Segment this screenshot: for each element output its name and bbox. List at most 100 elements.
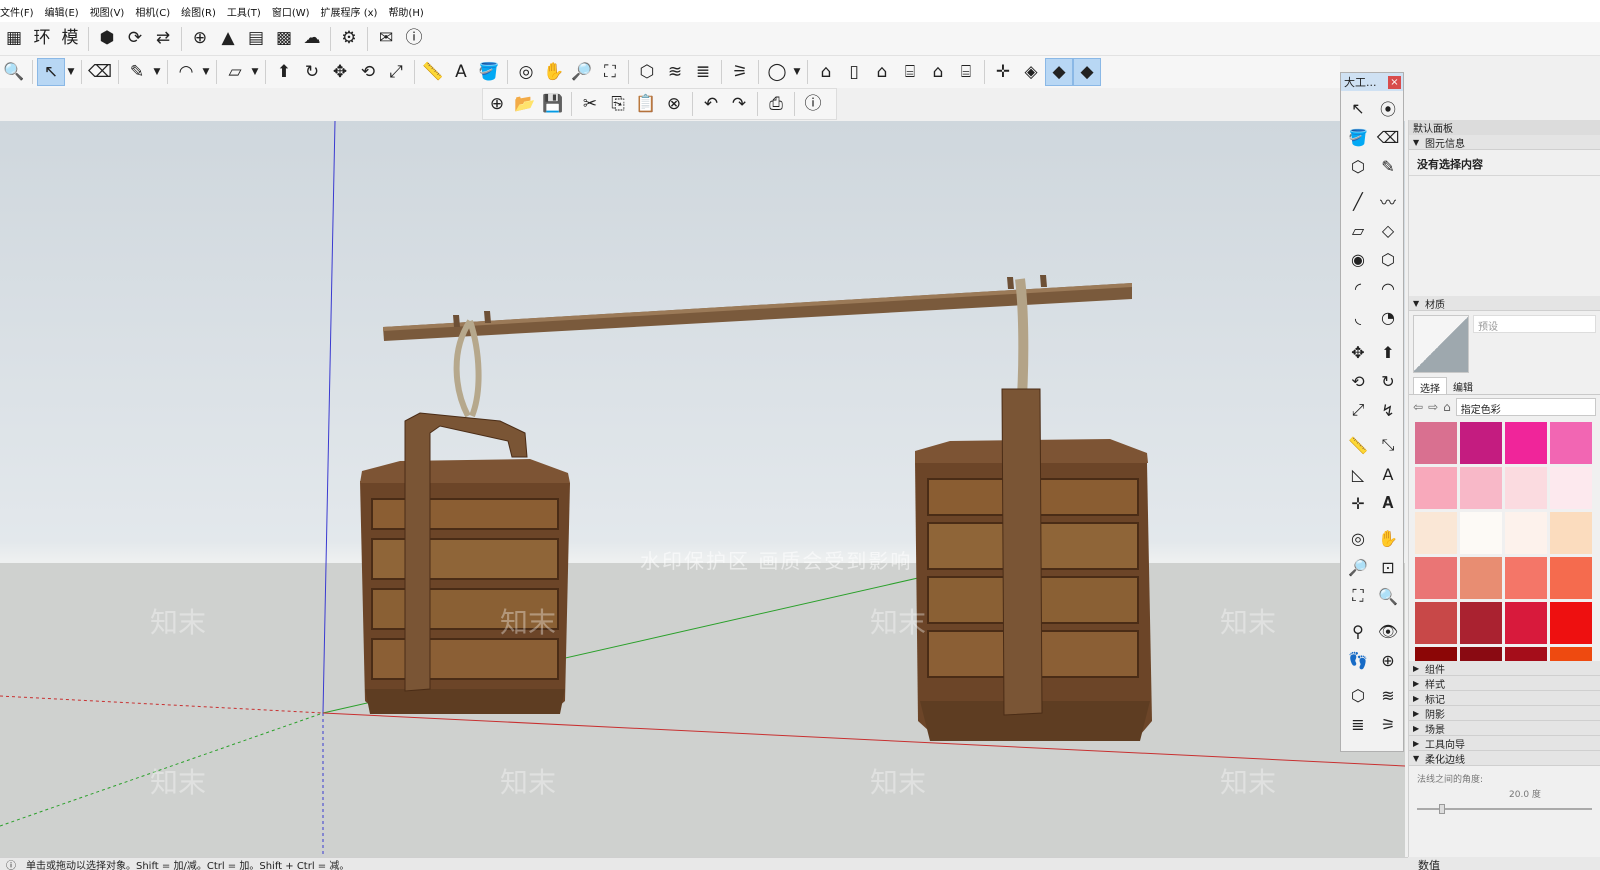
- arc-icon[interactable]: ◠: [172, 58, 200, 86]
- cube3-icon[interactable]: ◆: [1073, 58, 1101, 86]
- followme-tool-icon[interactable]: ↻: [1374, 367, 1402, 395]
- menu-item-5[interactable]: 工具(T): [227, 4, 268, 19]
- view-front-icon[interactable]: ⌸: [896, 58, 924, 86]
- back-arrow-icon[interactable]: ⇦: [1413, 400, 1423, 414]
- zoom-window-tool-icon[interactable]: ⊡: [1374, 553, 1402, 581]
- color-swatch[interactable]: [1460, 467, 1502, 509]
- color-swatch[interactable]: [1505, 557, 1547, 599]
- close-icon[interactable]: ×: [1388, 75, 1401, 89]
- copy-icon[interactable]: ⎘: [604, 90, 632, 118]
- rotate-icon[interactable]: ⟲: [354, 58, 382, 86]
- tray-section-header[interactable]: ▶ 场景: [1409, 721, 1600, 736]
- protractor-tool-icon[interactable]: ◺: [1344, 460, 1372, 488]
- color-swatch[interactable]: [1460, 557, 1502, 599]
- material-library-select[interactable]: 指定色彩: [1455, 398, 1596, 416]
- mo-icon[interactable]: 模: [56, 25, 84, 53]
- zoom2-icon[interactable]: 🔎: [568, 58, 596, 86]
- line-tool-icon[interactable]: ╱: [1344, 187, 1372, 215]
- tab-edit[interactable]: 编辑: [1447, 377, 1479, 394]
- solid1-icon[interactable]: ⬡: [633, 58, 661, 86]
- walk-tool-icon[interactable]: 👣: [1344, 646, 1372, 674]
- open-icon[interactable]: 📂: [511, 90, 539, 118]
- dropdown-arrow-icon[interactable]: ▼: [151, 67, 163, 77]
- material-name-field[interactable]: 预设: [1473, 315, 1596, 333]
- materials-header[interactable]: ▼ 材质: [1409, 296, 1600, 311]
- section-tool-icon[interactable]: ⊕: [1374, 646, 1402, 674]
- model-info-icon[interactable]: ⓘ: [799, 90, 827, 118]
- menu-item-8[interactable]: 帮助(H): [388, 4, 430, 19]
- checker-icon[interactable]: ▩: [270, 25, 298, 53]
- pan-icon[interactable]: ✋: [540, 58, 568, 86]
- forward-arrow-icon[interactable]: ⇨: [1428, 400, 1438, 414]
- tray-section-header[interactable]: ▶ 工具向导: [1409, 736, 1600, 751]
- add-icon[interactable]: ⊕: [483, 90, 511, 118]
- solid-split-tool-icon[interactable]: ⚞: [1374, 710, 1402, 738]
- tray-section-header[interactable]: ▶ 标记: [1409, 691, 1600, 706]
- text-tool-icon[interactable]: A: [1374, 460, 1402, 488]
- color-swatch[interactable]: [1415, 422, 1457, 464]
- rectangle-icon[interactable]: ▱: [221, 58, 249, 86]
- color-swatch[interactable]: [1415, 557, 1457, 599]
- 3dtext-tool-icon[interactable]: 𝐀: [1374, 489, 1402, 517]
- delete-icon[interactable]: ⊗: [660, 90, 688, 118]
- home-icon[interactable]: ⌂: [868, 58, 896, 86]
- menu-item-1[interactable]: 编辑(E): [45, 4, 86, 19]
- color-swatch[interactable]: [1460, 422, 1502, 464]
- color-swatch[interactable]: [1505, 467, 1547, 509]
- zoom-icon[interactable]: 🔍: [0, 58, 28, 86]
- tray-section-header[interactable]: ▶ 阴影: [1409, 706, 1600, 721]
- arc-tool-icon[interactable]: ◜: [1344, 274, 1372, 302]
- dimension-tool-icon[interactable]: ⤡: [1374, 431, 1402, 459]
- paint-icon[interactable]: 🪣: [475, 58, 503, 86]
- cube1-icon[interactable]: ◈: [1017, 58, 1045, 86]
- solid-trim-tool-icon[interactable]: ≣: [1344, 710, 1372, 738]
- paint-tool-icon[interactable]: 🪣: [1344, 123, 1372, 151]
- scale-tool-icon[interactable]: ⤢: [1344, 396, 1372, 424]
- pencil-icon[interactable]: ✎: [123, 58, 151, 86]
- menu-item-0[interactable]: 文件(F): [0, 4, 41, 19]
- color-swatch[interactable]: [1460, 602, 1502, 644]
- color-swatch[interactable]: [1550, 557, 1592, 599]
- soften-angle-slider[interactable]: [1417, 804, 1592, 814]
- previous-view-tool-icon[interactable]: 🔍: [1374, 582, 1402, 610]
- view-side-icon[interactable]: ⌸: [952, 58, 980, 86]
- home-icon[interactable]: ⌂: [1443, 400, 1451, 414]
- pushpull-icon[interactable]: ⬆: [270, 58, 298, 86]
- refresh-icon[interactable]: ⟳: [121, 25, 149, 53]
- select-tool-icon[interactable]: ↖: [1344, 94, 1372, 122]
- cloud-icon[interactable]: ☁: [298, 25, 326, 53]
- tray-section-header[interactable]: ▶ 组件: [1409, 661, 1600, 676]
- plugin-icon[interactable]: ⬢: [93, 25, 121, 53]
- solid-union-tool-icon[interactable]: ⬡: [1344, 681, 1372, 709]
- menu-item-4[interactable]: 绘图(R): [181, 4, 223, 19]
- book-icon[interactable]: ▯: [840, 58, 868, 86]
- pan-tool-icon[interactable]: ✋: [1374, 524, 1402, 552]
- tab-select[interactable]: 选择: [1413, 377, 1447, 395]
- rotated-rect-tool-icon[interactable]: ◇: [1374, 216, 1402, 244]
- arc3-tool-icon[interactable]: ◟: [1344, 303, 1372, 331]
- axes-icon[interactable]: ✛: [989, 58, 1017, 86]
- cut-icon[interactable]: ✂: [576, 90, 604, 118]
- info-icon[interactable]: ⓘ: [6, 858, 16, 870]
- move-tool-icon[interactable]: ✥: [1344, 338, 1372, 366]
- color-swatch[interactable]: [1505, 602, 1547, 644]
- view-house-icon[interactable]: ⌂: [924, 58, 952, 86]
- rotate-tool-icon[interactable]: ⟲: [1344, 367, 1372, 395]
- dropdown-arrow-icon[interactable]: ▼: [65, 67, 77, 77]
- undo-icon[interactable]: ↶: [697, 90, 725, 118]
- menu-item-7[interactable]: 扩展程序 (x): [321, 4, 385, 19]
- slider-thumb[interactable]: [1439, 804, 1445, 814]
- huan-icon[interactable]: 环: [28, 25, 56, 53]
- axes-tool-icon[interactable]: ✛: [1344, 489, 1372, 517]
- pie-tool-icon[interactable]: ◔: [1374, 303, 1402, 331]
- soften-edges-header[interactable]: ▼ 柔化边线: [1409, 751, 1600, 766]
- orbit2-tool-icon[interactable]: ◎: [1344, 524, 1372, 552]
- freehand-tool-icon[interactable]: 〰: [1374, 187, 1402, 215]
- measurements-box[interactable]: 数值: [1408, 857, 1600, 870]
- menu-item-3[interactable]: 相机(C): [135, 4, 177, 19]
- color-swatch[interactable]: [1415, 467, 1457, 509]
- save-icon[interactable]: 💾: [539, 90, 567, 118]
- color-swatch[interactable]: [1460, 647, 1502, 661]
- select-icon[interactable]: ↖: [37, 58, 65, 86]
- circle-tool-icon[interactable]: ◉: [1344, 245, 1372, 273]
